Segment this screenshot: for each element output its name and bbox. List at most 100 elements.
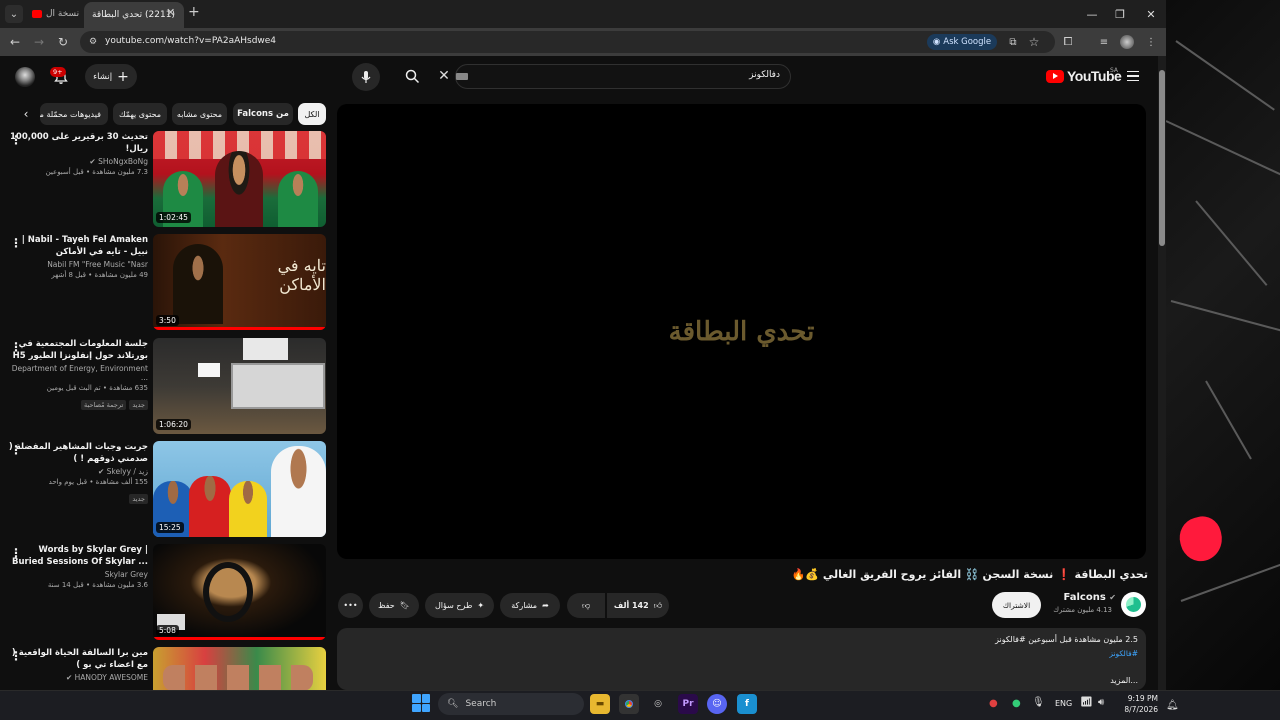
cast-icon[interactable]: ⧉ (1005, 34, 1021, 50)
list-item[interactable]: ⋮ جلسة المعلومات المجتمعية في بورتلاند ح… (6, 338, 326, 436)
new-tab-button[interactable]: + (188, 4, 200, 20)
url-text[interactable]: youtube.com/watch?v=PA2aAHsdwe4 (105, 36, 276, 46)
video-thumbnail[interactable]: 15:25 (153, 441, 326, 537)
save-label: حفظ (378, 601, 395, 610)
bookmark-star-icon[interactable]: ☆ (1026, 34, 1042, 50)
keyboard-language[interactable]: ENG (1055, 699, 1072, 708)
like-button[interactable]: 142 ألف 👍︎ (607, 593, 669, 618)
video-player[interactable]: تحدي البطاقة (337, 104, 1146, 559)
chip-from-falcons[interactable]: من Falcons (233, 103, 293, 125)
tray-app-icon[interactable]: ● (989, 698, 998, 709)
save-button[interactable]: حفظ 🔖︎ (369, 593, 419, 618)
search-icon: 🔍︎ (447, 699, 459, 709)
steam-icon[interactable]: ◎ (648, 694, 668, 714)
video-thumbnail[interactable] (153, 647, 326, 690)
dislike-button[interactable]: 👎︎ (567, 593, 605, 618)
ask-label: طرح سؤال (434, 601, 473, 610)
video-thumbnail[interactable]: 1:02:45 (153, 131, 326, 227)
channel-name[interactable]: Falcons ✔ (1056, 592, 1116, 603)
show-more-link[interactable]: ...المزيد (1090, 676, 1138, 685)
channel-label: زيد / Skelyy (106, 467, 148, 476)
file-explorer-icon[interactable]: ▬ (590, 694, 610, 714)
description-stats: 2.5 مليون مشاهدة قبل أسبوعين #فالكونز (995, 635, 1138, 644)
channel-name[interactable]: Skylar Grey (6, 570, 148, 579)
video-title[interactable]: جربت وجبات المشاهير المفضلة ( صدمني ذوقه… (6, 441, 148, 465)
video-stats: 49 مليون مشاهدة • قبل 8 أشهر (51, 271, 148, 279)
share-button[interactable]: مشاركة ➦ (500, 593, 560, 618)
hashtag-link[interactable]: #فالكونز (1060, 649, 1138, 658)
account-avatar[interactable] (15, 67, 35, 87)
tab-inactive[interactable]: نسخة ال (26, 3, 84, 25)
chip-related[interactable]: محتوى مشابه (172, 103, 227, 125)
tab-close-icon[interactable]: ✕ (166, 6, 175, 19)
thumbs-down-icon: 👎︎ (581, 600, 591, 610)
browser-menu-icon[interactable]: ⋮ (1143, 34, 1159, 50)
subscribe-button[interactable]: الاشتراك (992, 592, 1041, 618)
taskbar-search[interactable]: 🔍︎ Search (438, 693, 584, 715)
create-button[interactable]: إنشاء + (85, 64, 137, 89)
video-thumbnail[interactable]: 5:08 (153, 544, 326, 640)
chip-for-you[interactable]: محتوى يهمّك (113, 103, 167, 125)
video-title[interactable]: تحديث 30 برقيرير على 100,000 ريال! (6, 131, 148, 155)
profile-avatar-icon[interactable] (1120, 35, 1134, 49)
list-item[interactable]: ⋮ مين برا السالفة الحياة الواقعية ( مع ا… (6, 647, 326, 690)
clear-search-icon[interactable]: ✕ (436, 68, 452, 84)
list-item[interactable]: ⋮ Nabil - Tayeh Fel Amaken | نبيل - تايه… (6, 234, 326, 332)
close-window-button[interactable]: ✕ (1138, 4, 1164, 24)
video-thumbnail[interactable]: تايه في الأماكن 3:50 (153, 234, 326, 330)
ask-google-button[interactable]: ◉ Ask Google (927, 34, 997, 50)
forward-arrow-icon[interactable]: → (31, 34, 47, 50)
chrome-icon[interactable] (619, 694, 639, 714)
channel-name[interactable]: Department of Energy, Environment ... (6, 364, 148, 382)
channel-avatar[interactable] (1121, 592, 1146, 617)
wifi-icon[interactable]: 📶︎ (1080, 697, 1093, 708)
video-title[interactable]: Nabil - Tayeh Fel Amaken | نبيل - تايه ف… (6, 234, 148, 258)
search-button[interactable] (395, 64, 429, 89)
chip-recently-uploaded[interactable]: فيديوهات محمّلة مؤخرًا (40, 103, 108, 125)
tray-mic-icon[interactable]: 🎙︎ (1032, 697, 1045, 708)
list-item[interactable]: ⋮ Words by Skylar Grey | Buried Sessions… (6, 544, 326, 642)
video-meta: Nabil - Tayeh Fel Amaken | نبيل - تايه ف… (6, 234, 148, 279)
restore-button[interactable]: ❐ (1107, 4, 1133, 24)
video-title[interactable]: جلسة المعلومات المجتمعية في بورتلاند حول… (6, 338, 148, 362)
premiere-pro-icon[interactable]: Pr (678, 694, 698, 714)
channel-name[interactable]: Nabil FM "Free Music "Nasr (6, 260, 148, 269)
scrollbar-thumb[interactable] (1159, 70, 1165, 246)
channel-name[interactable]: زيد / Skelyy ✔ (6, 467, 148, 476)
ask-button[interactable]: طرح سؤال ✦ (425, 593, 494, 618)
verified-icon: ✔ (89, 157, 96, 166)
list-item[interactable]: ⋮ تحديث 30 برقيرير على 100,000 ريال! SHo… (6, 131, 326, 229)
volume-icon[interactable]: 🔊︎ (1098, 697, 1104, 708)
list-item[interactable]: ⋮ جربت وجبات المشاهير المفضلة ( صدمني ذو… (6, 441, 326, 539)
minimize-button[interactable]: — (1079, 4, 1105, 24)
channel-name[interactable]: HANODY AWESOME ✔ (6, 673, 148, 682)
search-query-text[interactable]: دفالكونز (650, 70, 780, 80)
new-badge: جديد (129, 400, 148, 410)
share-label: مشاركة (511, 601, 538, 610)
site-info-icon[interactable]: ⚙ (85, 34, 101, 50)
back-arrow-icon[interactable]: ← (7, 34, 23, 50)
subscriber-count: 4.13 مليون مشترك (1053, 606, 1112, 614)
chip-all[interactable]: الكل (298, 103, 326, 125)
channel-name[interactable]: SHoNgxBoNg ✔ (6, 157, 148, 166)
start-windows-icon[interactable] (412, 694, 430, 712)
tray-status-icon[interactable]: ● (1012, 698, 1021, 709)
reload-icon[interactable]: ↻ (55, 34, 71, 50)
extensions-icon[interactable]: ⧠ (1060, 34, 1076, 50)
discord-icon[interactable]: ☺ (707, 694, 727, 714)
keyboard-icon[interactable] (456, 73, 468, 80)
video-duration: 5:08 (156, 625, 179, 636)
tab-search-button[interactable]: ⌄ (5, 5, 23, 23)
guide-menu-icon[interactable] (1124, 67, 1142, 85)
video-thumbnail[interactable]: 1:06:20 (153, 338, 326, 434)
chevron-left-icon[interactable]: ‹ (16, 104, 36, 124)
voice-search-button[interactable] (352, 63, 380, 91)
verified-icon: ✔ (97, 467, 105, 476)
reading-list-icon[interactable]: ≡ (1096, 34, 1112, 50)
app-f-icon[interactable]: f (737, 694, 757, 714)
video-title[interactable]: Words by Skylar Grey | Buried Sessions O… (6, 544, 148, 568)
clock[interactable]: 9:19 PM 8/7/2026 (1118, 693, 1158, 715)
video-title[interactable]: مين برا السالفة الحياة الواقعية ( مع اعض… (6, 647, 148, 671)
notifications-center-icon[interactable]: 🔔︎ (1166, 700, 1179, 711)
more-actions-icon[interactable]: ••• (338, 593, 363, 618)
